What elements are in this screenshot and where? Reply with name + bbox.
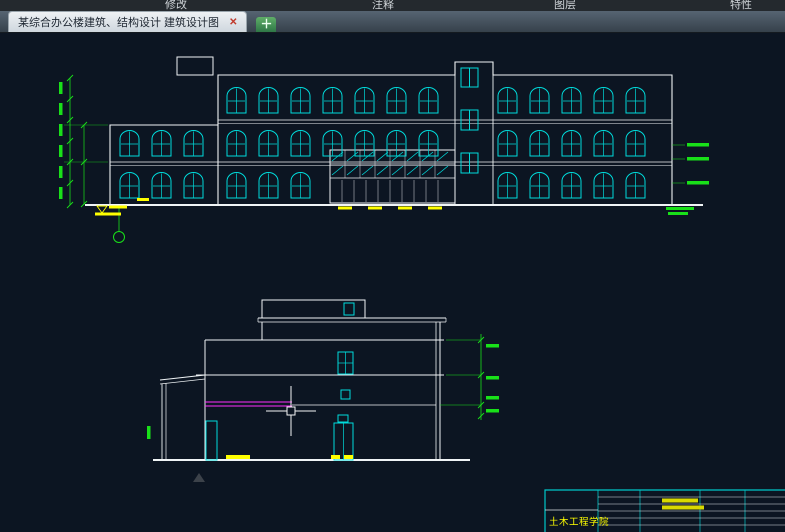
side-section-outline (153, 299, 470, 461)
cad-application-window: 修改 注释 图层 特性 某综合办公楼建筑、结构设计 建筑设计图 ✕ ＋ 土木工程… (0, 0, 785, 532)
north-arrow-marker (193, 473, 205, 482)
ribbon-panel-layers[interactable]: 图层 (554, 0, 576, 11)
front-elevation-windows (119, 67, 646, 199)
side-section-dimensions (147, 334, 499, 439)
side-section-annotations (226, 455, 353, 459)
ribbon-panel-properties[interactable]: 特性 (730, 0, 752, 11)
pickbox (286, 406, 296, 416)
ribbon-bar: 修改 注释 图层 特性 (0, 0, 785, 11)
slab-lines (205, 401, 292, 407)
file-tab-bar: 某综合办公楼建筑、结构设计 建筑设计图 ✕ ＋ (0, 11, 785, 33)
ribbon-panel-annotate[interactable]: 注释 (372, 0, 394, 11)
front-elevation-drawing[interactable] (59, 56, 709, 243)
title-block[interactable]: 土木工程学院 (544, 489, 785, 532)
axis-marker (113, 206, 125, 243)
ribbon-panel-modify[interactable]: 修改 (165, 0, 187, 11)
crosshair-cursor (266, 386, 316, 436)
new-tab-button[interactable]: ＋ (256, 17, 277, 32)
front-elevation-dimensions (59, 74, 709, 243)
drawing-tab[interactable]: 某综合办公楼建筑、结构设计 建筑设计图 ✕ (8, 11, 248, 32)
title-block-department: 土木工程学院 (549, 516, 609, 528)
close-tab-icon[interactable]: ✕ (229, 17, 237, 28)
drawing-tab-label: 某综合办公楼建筑、结构设计 建筑设计图 (18, 17, 220, 29)
side-section-drawing[interactable] (147, 299, 499, 482)
drawing-canvas[interactable]: 土木工程学院 (0, 33, 785, 532)
side-section-openings (205, 302, 355, 461)
